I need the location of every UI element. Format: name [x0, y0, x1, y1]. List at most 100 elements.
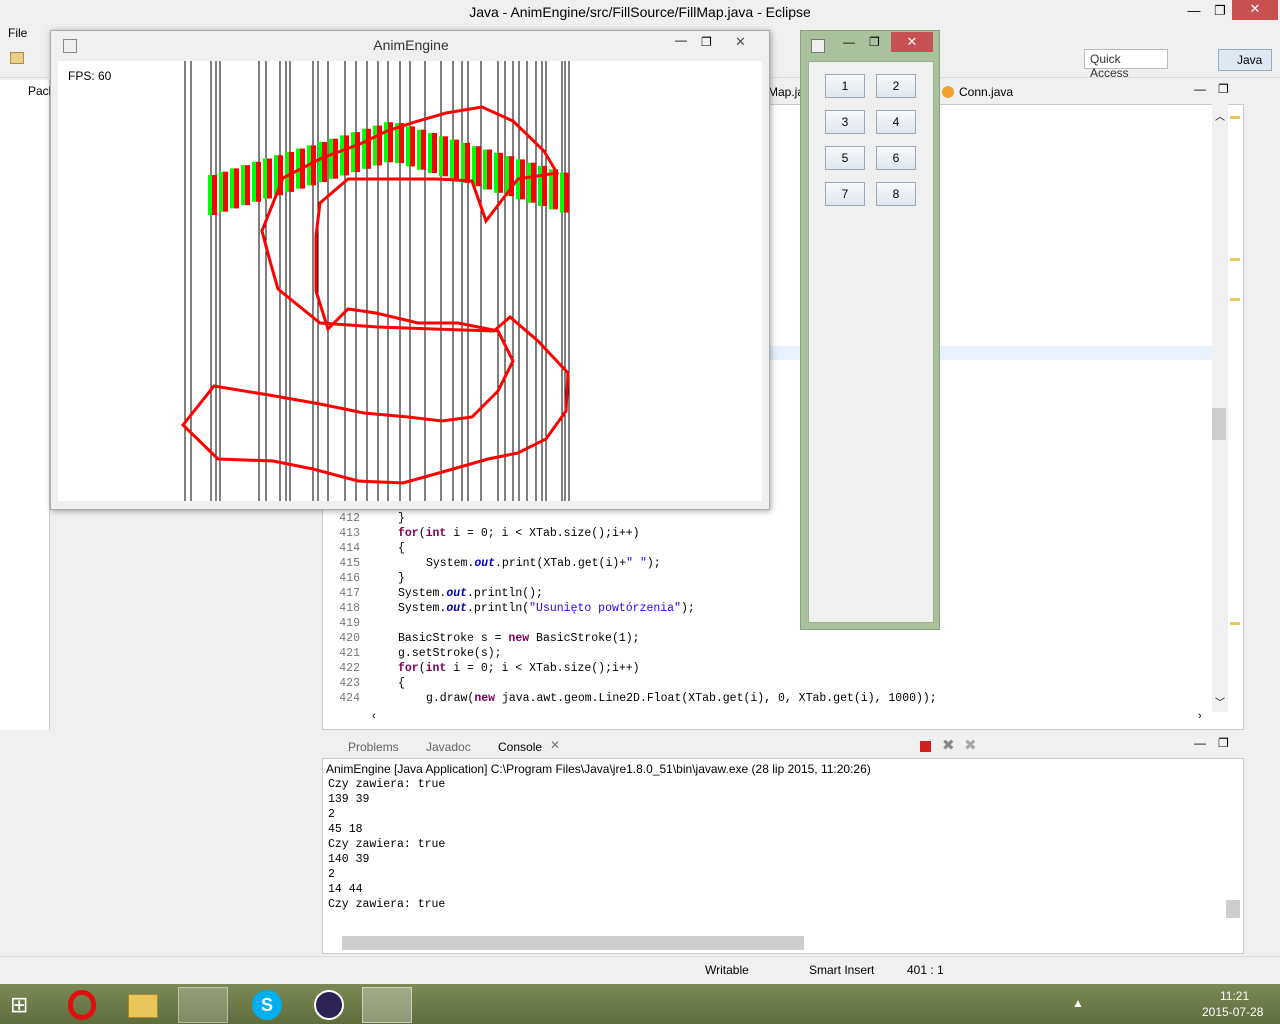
code-line[interactable]: 412} — [326, 512, 1206, 527]
number-button-2[interactable]: 2 — [876, 74, 916, 98]
button-window[interactable]: — ❐ ✕ 12345678 — [800, 30, 940, 630]
number-button-6[interactable]: 6 — [876, 146, 916, 170]
java-perspective-button[interactable]: Java — [1218, 49, 1272, 71]
scroll-up-icon[interactable]: ︿ — [1215, 108, 1225, 123]
code-line[interactable]: 415 System.out.print(XTab.get(i)+" "); — [326, 557, 1206, 572]
code-text: } — [398, 512, 405, 525]
maximize-console-icon[interactable]: ❐ — [1218, 736, 1229, 750]
fill-segment — [362, 128, 366, 169]
remove-all-icon[interactable]: ✖ — [964, 736, 977, 754]
fill-segment — [542, 166, 547, 206]
minimize-editor-icon[interactable]: — — [1194, 82, 1206, 96]
console-hscroll-thumb[interactable] — [342, 936, 804, 950]
code-line[interactable]: 422 for(int i = 0; i < XTab.size();i++) — [326, 662, 1206, 677]
code-text: { — [398, 542, 405, 555]
code-line[interactable]: 424 g.draw(new java.awt.geom.Line2D.Float… — [326, 692, 1206, 707]
fill-segment — [439, 136, 443, 177]
number-button-7[interactable]: 7 — [825, 182, 865, 206]
editor-horizontal-scrollbar[interactable]: ‹ › — [370, 710, 1210, 724]
java-icon[interactable] — [362, 987, 412, 1023]
code-line[interactable]: 419 — [326, 617, 1206, 632]
btn-win-maximize-icon[interactable]: ❐ — [869, 35, 880, 49]
fill-segment — [355, 132, 360, 173]
animengine-title: AnimEngine — [373, 37, 449, 53]
maximize-editor-icon[interactable]: ❐ — [1218, 82, 1229, 96]
show-hidden-icons[interactable]: ▲ — [1072, 996, 1084, 1010]
line-number: 422 — [339, 662, 360, 675]
tab-fillmap[interactable]: Map.ja — [768, 85, 804, 99]
fill-segment — [351, 132, 355, 173]
btn-win-close-icon[interactable]: ✕ — [891, 32, 933, 52]
editor-vertical-scrollbar[interactable]: ︿ ﹀ — [1212, 104, 1228, 712]
scroll-down-icon[interactable]: ﹀ — [1215, 694, 1225, 709]
skype-icon[interactable]: S — [252, 990, 282, 1020]
animation-canvas[interactable]: FPS: 60 — [58, 61, 762, 501]
tab-console[interactable]: Console — [498, 740, 542, 754]
number-button-8[interactable]: 8 — [876, 182, 916, 206]
fill-segment — [285, 151, 289, 192]
new-icon[interactable] — [10, 52, 24, 64]
number-button-3[interactable]: 3 — [825, 110, 865, 134]
fill-segment — [399, 123, 404, 164]
line-number: 419 — [339, 617, 360, 630]
maximize-icon[interactable]: ❐ — [1206, 2, 1234, 20]
anim-maximize-icon[interactable]: ❐ — [701, 35, 712, 49]
fill-segment — [223, 171, 228, 212]
fill-segment — [263, 158, 267, 199]
number-button-4[interactable]: 4 — [876, 110, 916, 134]
number-button-1[interactable]: 1 — [825, 74, 865, 98]
fill-map-drawing — [180, 61, 570, 501]
clock-date[interactable]: 2015-07-28 — [1202, 1005, 1263, 1019]
code-line[interactable]: 417 System.out.println(); — [326, 587, 1206, 602]
clock-time[interactable]: 11:21 — [1220, 989, 1249, 1003]
scroll-right-icon[interactable]: › — [1198, 710, 1202, 722]
code-line[interactable]: 420 BasicStroke s = new BasicStroke(1); — [326, 632, 1206, 647]
fill-segment — [487, 149, 492, 190]
console-view[interactable] — [322, 758, 1244, 954]
fill-segment — [432, 133, 437, 173]
code-line[interactable]: 423 { — [326, 677, 1206, 692]
fill-segment — [212, 175, 217, 215]
console-line: 14 44 — [328, 883, 363, 896]
package-explorer: Pack — [0, 80, 55, 730]
minimize-console-icon[interactable]: — — [1194, 736, 1206, 750]
scroll-left-icon[interactable]: ‹ — [372, 710, 376, 722]
console-output[interactable]: Czy zawiera: true 139 39 2 45 18 Czy zawiera… — [328, 778, 445, 913]
line-number: 416 — [339, 572, 360, 585]
windows-start-icon[interactable]: ⊞ — [10, 992, 36, 1018]
tab-javadoc[interactable]: Javadoc — [426, 740, 471, 754]
remove-launch-icon[interactable]: ✖ — [942, 736, 955, 754]
line-number: 423 — [339, 677, 360, 690]
fill-segment — [311, 145, 316, 186]
scrollbar-thumb[interactable] — [1212, 408, 1226, 440]
close-icon[interactable]: ✕ — [1232, 0, 1278, 20]
fill-segment — [454, 139, 459, 180]
code-area[interactable]: 412} 413 for(int i = 0; i < XTab.size();i+… — [326, 508, 1206, 708]
number-button-5[interactable]: 5 — [825, 146, 865, 170]
code-line[interactable]: 416} — [326, 572, 1206, 587]
anim-close-icon[interactable]: ✕ — [735, 34, 746, 50]
file-explorer-icon[interactable] — [128, 994, 158, 1018]
java-icon[interactable] — [178, 987, 228, 1023]
code-text: System.out.println("Usunięto powtórzenia… — [398, 602, 695, 615]
minimize-icon[interactable]: — — [1180, 2, 1208, 20]
code-line[interactable]: 413 for(int i = 0; i < XTab.size();i++) — [326, 527, 1206, 542]
tab-conn-java[interactable]: Conn.java — [959, 85, 1013, 99]
window-title: Java - AnimEngine/src/FillSource/FillMap… — [469, 4, 811, 20]
terminate-icon[interactable] — [920, 741, 931, 752]
code-line[interactable]: 421 g.setStroke(s); — [326, 647, 1206, 662]
menu-file[interactable]: File — [8, 26, 27, 40]
quick-access-input[interactable]: Quick Access — [1084, 49, 1168, 80]
close-tab-icon[interactable]: ✕ — [550, 738, 560, 752]
tab-problems[interactable]: Problems — [348, 740, 399, 754]
code-text: for(int i = 0; i < XTab.size();i++) — [398, 662, 640, 675]
console-vscroll-thumb[interactable] — [1226, 900, 1240, 918]
eclipse-icon[interactable] — [314, 990, 344, 1020]
btn-win-minimize-icon[interactable]: — — [843, 35, 855, 49]
fill-segment — [450, 139, 454, 180]
opera-icon[interactable] — [68, 990, 96, 1020]
animengine-window[interactable]: AnimEngine — ❐ ✕ FPS: 60 — [50, 30, 770, 510]
anim-minimize-icon[interactable]: — — [675, 33, 687, 47]
code-line[interactable]: 418 System.out.println("Usunięto powtórze… — [326, 602, 1206, 617]
code-line[interactable]: 414 { — [326, 542, 1206, 557]
